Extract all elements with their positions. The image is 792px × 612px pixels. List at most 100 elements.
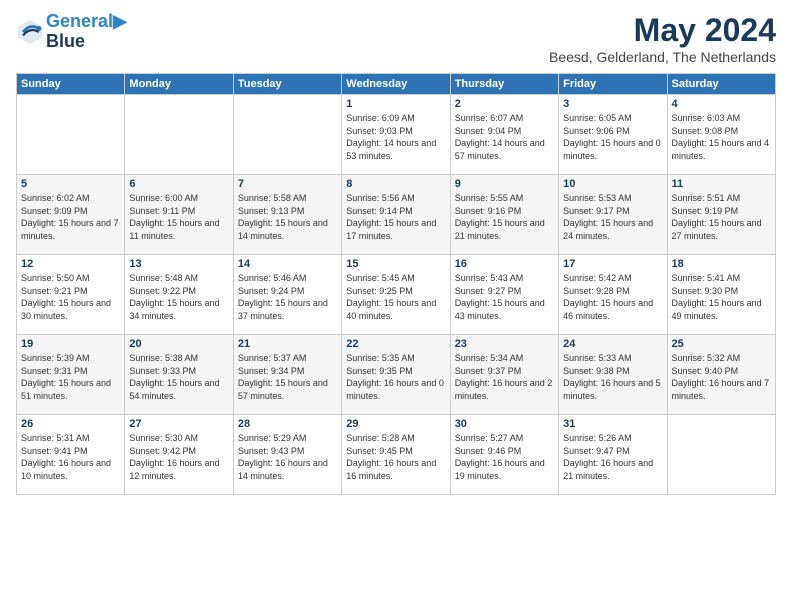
day-info: Sunrise: 5:51 AM Sunset: 9:19 PM Dayligh… bbox=[672, 192, 771, 242]
day-number: 14 bbox=[238, 258, 337, 270]
day-number: 12 bbox=[21, 258, 120, 270]
day-info: Sunrise: 5:37 AM Sunset: 9:34 PM Dayligh… bbox=[238, 352, 337, 402]
day-info: Sunrise: 5:33 AM Sunset: 9:38 PM Dayligh… bbox=[563, 352, 662, 402]
weekday-header-cell: Friday bbox=[559, 74, 667, 95]
calendar-day-cell: 31Sunrise: 5:26 AM Sunset: 9:47 PM Dayli… bbox=[559, 415, 667, 495]
day-info: Sunrise: 5:31 AM Sunset: 9:41 PM Dayligh… bbox=[21, 432, 120, 482]
calendar-day-cell: 26Sunrise: 5:31 AM Sunset: 9:41 PM Dayli… bbox=[17, 415, 125, 495]
day-number: 22 bbox=[346, 338, 445, 350]
calendar-day-cell: 13Sunrise: 5:48 AM Sunset: 9:22 PM Dayli… bbox=[125, 255, 233, 335]
calendar-day-cell: 21 Sunrise: 5:37 AM Sunset: 9:34 PM Dayli… bbox=[233, 335, 341, 415]
calendar-day-cell: 24 Sunrise: 5:33 AM Sunset: 9:38 PM Dayli… bbox=[559, 335, 667, 415]
day-number: 23 bbox=[455, 338, 554, 350]
calendar-week-row: 19Sunrise: 5:39 AM Sunset: 9:31 PM Dayli… bbox=[17, 335, 776, 415]
day-info: Sunrise: 5:56 AM Sunset: 9:14 PM Dayligh… bbox=[346, 192, 445, 242]
day-info: Sunrise: 5:38 AM Sunset: 9:33 PM Dayligh… bbox=[129, 352, 228, 402]
header: General▶ Blue May 2024 Beesd, Gelderland… bbox=[16, 12, 776, 65]
calendar-day-cell: 5 Sunrise: 6:02 AM Sunset: 9:09 PM Daylig… bbox=[17, 175, 125, 255]
day-number: 16 bbox=[455, 258, 554, 270]
day-info: Sunrise: 5:41 AM Sunset: 9:30 PM Dayligh… bbox=[672, 272, 771, 322]
calendar-day-cell bbox=[17, 95, 125, 175]
day-number: 25 bbox=[672, 338, 771, 350]
calendar-day-cell: 28 Sunrise: 5:29 AM Sunset: 9:43 PM Dayli… bbox=[233, 415, 341, 495]
day-info: Sunrise: 5:55 AM Sunset: 9:16 PM Dayligh… bbox=[455, 192, 554, 242]
day-number: 20 bbox=[129, 338, 228, 350]
day-info: Sunrise: 5:50 AM Sunset: 9:21 PM Dayligh… bbox=[21, 272, 120, 322]
calendar-day-cell bbox=[667, 415, 775, 495]
logo-line1: General bbox=[46, 11, 113, 31]
calendar-day-cell: 6 Sunrise: 6:00 AM Sunset: 9:11 PM Daylig… bbox=[125, 175, 233, 255]
day-number: 30 bbox=[455, 418, 554, 430]
day-number: 29 bbox=[346, 418, 445, 430]
day-info: Sunrise: 5:30 AM Sunset: 9:42 PM Dayligh… bbox=[129, 432, 228, 482]
day-number: 21 bbox=[238, 338, 337, 350]
day-number: 24 bbox=[563, 338, 662, 350]
calendar-week-row: 26Sunrise: 5:31 AM Sunset: 9:41 PM Dayli… bbox=[17, 415, 776, 495]
day-info: Sunrise: 5:34 AM Sunset: 9:37 PM Dayligh… bbox=[455, 352, 554, 402]
calendar-day-cell: 7 Sunrise: 5:58 AM Sunset: 9:13 PM Daylig… bbox=[233, 175, 341, 255]
day-info: Sunrise: 5:43 AM Sunset: 9:27 PM Dayligh… bbox=[455, 272, 554, 322]
day-number: 4 bbox=[672, 98, 771, 110]
day-info: Sunrise: 5:29 AM Sunset: 9:43 PM Dayligh… bbox=[238, 432, 337, 482]
location-subtitle: Beesd, Gelderland, The Netherlands bbox=[549, 49, 776, 65]
calendar-body: 1Sunrise: 6:09 AM Sunset: 9:03 PM Daylig… bbox=[17, 95, 776, 495]
day-info: Sunrise: 5:35 AM Sunset: 9:35 PM Dayligh… bbox=[346, 352, 445, 402]
day-info: Sunrise: 6:03 AM Sunset: 9:08 PM Dayligh… bbox=[672, 112, 771, 162]
weekday-header-cell: Wednesday bbox=[342, 74, 450, 95]
logo-blue: ▶ bbox=[113, 11, 127, 31]
day-number: 9 bbox=[455, 178, 554, 190]
day-info: Sunrise: 5:32 AM Sunset: 9:40 PM Dayligh… bbox=[672, 352, 771, 402]
calendar-day-cell: 25 Sunrise: 5:32 AM Sunset: 9:40 PM Dayli… bbox=[667, 335, 775, 415]
calendar-week-row: 1Sunrise: 6:09 AM Sunset: 9:03 PM Daylig… bbox=[17, 95, 776, 175]
day-info: Sunrise: 5:42 AM Sunset: 9:28 PM Dayligh… bbox=[563, 272, 662, 322]
day-info: Sunrise: 5:39 AM Sunset: 9:31 PM Dayligh… bbox=[21, 352, 120, 402]
logo-text: General▶ Blue bbox=[46, 12, 127, 52]
day-info: Sunrise: 5:27 AM Sunset: 9:46 PM Dayligh… bbox=[455, 432, 554, 482]
day-number: 18 bbox=[672, 258, 771, 270]
day-info: Sunrise: 5:48 AM Sunset: 9:22 PM Dayligh… bbox=[129, 272, 228, 322]
calendar-table: SundayMondayTuesdayWednesdayThursdayFrid… bbox=[16, 73, 776, 495]
calendar-day-cell: 20 Sunrise: 5:38 AM Sunset: 9:33 PM Dayli… bbox=[125, 335, 233, 415]
calendar-day-cell: 17 Sunrise: 5:42 AM Sunset: 9:28 PM Dayli… bbox=[559, 255, 667, 335]
calendar-day-cell bbox=[233, 95, 341, 175]
day-info: Sunrise: 5:53 AM Sunset: 9:17 PM Dayligh… bbox=[563, 192, 662, 242]
page: General▶ Blue May 2024 Beesd, Gelderland… bbox=[0, 0, 792, 503]
weekday-header-cell: Tuesday bbox=[233, 74, 341, 95]
calendar-week-row: 12 Sunrise: 5:50 AM Sunset: 9:21 PM Dayli… bbox=[17, 255, 776, 335]
calendar-day-cell: 3Sunrise: 6:05 AM Sunset: 9:06 PM Daylig… bbox=[559, 95, 667, 175]
weekday-header-cell: Monday bbox=[125, 74, 233, 95]
day-info: Sunrise: 5:58 AM Sunset: 9:13 PM Dayligh… bbox=[238, 192, 337, 242]
calendar-day-cell bbox=[125, 95, 233, 175]
calendar-day-cell: 29 Sunrise: 5:28 AM Sunset: 9:45 PM Dayli… bbox=[342, 415, 450, 495]
calendar-day-cell: 4 Sunrise: 6:03 AM Sunset: 9:08 PM Daylig… bbox=[667, 95, 775, 175]
calendar-day-cell: 18 Sunrise: 5:41 AM Sunset: 9:30 PM Dayli… bbox=[667, 255, 775, 335]
day-number: 10 bbox=[563, 178, 662, 190]
weekday-header-cell: Sunday bbox=[17, 74, 125, 95]
logo-line2: Blue bbox=[46, 32, 127, 52]
calendar-day-cell: 11 Sunrise: 5:51 AM Sunset: 9:19 PM Dayli… bbox=[667, 175, 775, 255]
day-number: 8 bbox=[346, 178, 445, 190]
day-info: Sunrise: 6:00 AM Sunset: 9:11 PM Dayligh… bbox=[129, 192, 228, 242]
day-number: 28 bbox=[238, 418, 337, 430]
day-number: 6 bbox=[129, 178, 228, 190]
day-number: 5 bbox=[21, 178, 120, 190]
calendar-day-cell: 8 Sunrise: 5:56 AM Sunset: 9:14 PM Daylig… bbox=[342, 175, 450, 255]
day-number: 3 bbox=[563, 98, 662, 110]
day-number: 7 bbox=[238, 178, 337, 190]
calendar-day-cell: 10 Sunrise: 5:53 AM Sunset: 9:17 PM Dayli… bbox=[559, 175, 667, 255]
day-info: Sunrise: 6:02 AM Sunset: 9:09 PM Dayligh… bbox=[21, 192, 120, 242]
logo-icon bbox=[16, 18, 44, 46]
day-number: 2 bbox=[455, 98, 554, 110]
day-number: 11 bbox=[672, 178, 771, 190]
day-number: 1 bbox=[346, 98, 445, 110]
day-info: Sunrise: 5:28 AM Sunset: 9:45 PM Dayligh… bbox=[346, 432, 445, 482]
day-number: 17 bbox=[563, 258, 662, 270]
logo: General▶ Blue bbox=[16, 12, 127, 52]
title-block: May 2024 Beesd, Gelderland, The Netherla… bbox=[549, 12, 776, 65]
calendar-day-cell: 15 Sunrise: 5:45 AM Sunset: 9:25 PM Dayli… bbox=[342, 255, 450, 335]
month-title: May 2024 bbox=[549, 12, 776, 49]
day-number: 15 bbox=[346, 258, 445, 270]
day-info: Sunrise: 5:45 AM Sunset: 9:25 PM Dayligh… bbox=[346, 272, 445, 322]
day-info: Sunrise: 5:46 AM Sunset: 9:24 PM Dayligh… bbox=[238, 272, 337, 322]
calendar-day-cell: 30 Sunrise: 5:27 AM Sunset: 9:46 PM Dayli… bbox=[450, 415, 558, 495]
